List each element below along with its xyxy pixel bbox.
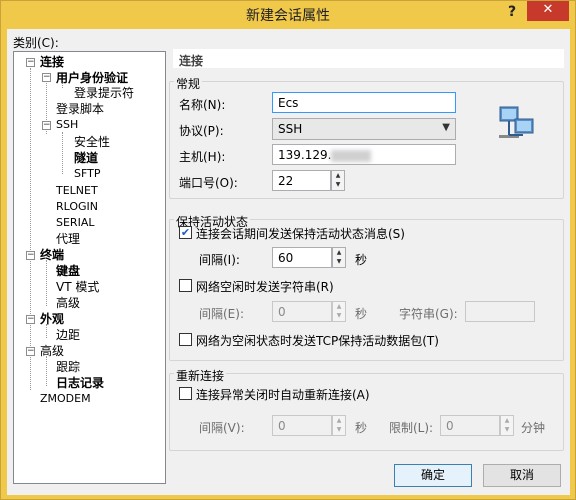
category-label: 类别(C): — [13, 36, 59, 50]
limit-input[interactable]: 0 — [440, 415, 500, 436]
seconds2-label: 秒 — [355, 307, 368, 321]
tree-item-margin[interactable]: 边距 — [56, 328, 80, 342]
seconds-label: 秒 — [355, 253, 368, 267]
dialog-window: 新建会话属性 ? ✕ 类别(C): − 连接 − 用户身份验证 登录提示符 登录… — [0, 0, 576, 500]
cancel-button[interactable]: 取消 — [483, 464, 561, 487]
tree-line — [46, 260, 47, 306]
tree-item-advanced-group[interactable]: 高级 — [40, 344, 64, 358]
collapse-icon[interactable]: − — [42, 121, 51, 130]
interval2-label: 间隔(E): — [199, 307, 244, 321]
reconnect-interval-spinner[interactable]: ▲ ▼ — [332, 415, 346, 436]
reconnect-group — [169, 373, 564, 451]
redacted-blur — [331, 149, 372, 162]
protocol-value: SSH — [278, 122, 303, 136]
host-value: 139.129. — [278, 148, 332, 162]
tree-item-connection[interactable]: 连接 — [40, 55, 64, 69]
tree-item-keyboard[interactable]: 键盘 — [56, 264, 80, 278]
string-label: 字符串(G): — [399, 307, 458, 321]
tcp-keepalive-checkbox[interactable] — [179, 333, 192, 346]
collapse-icon[interactable]: − — [26, 58, 35, 67]
interval2-input[interactable]: 0 — [272, 301, 332, 322]
title-bar: 新建会话属性 ? ✕ — [1, 1, 575, 29]
reconnect-group-label: 重新连接 — [174, 367, 227, 384]
port-label: 端口号(O): — [179, 176, 238, 190]
tree-line — [30, 68, 31, 390]
interval2-spinner[interactable]: ▲ ▼ — [332, 301, 346, 322]
tree-item-appearance[interactable]: 外观 — [40, 312, 64, 326]
tree-item-proxy[interactable]: 代理 — [56, 232, 80, 246]
limit-spinner[interactable]: ▲ ▼ — [500, 415, 514, 436]
host-label: 主机(H): — [179, 150, 226, 164]
port-input[interactable]: 22 — [272, 170, 331, 191]
collapse-icon[interactable]: − — [42, 73, 51, 82]
panel-title: 连接 — [173, 49, 564, 68]
tree-item-auth[interactable]: 用户身份验证 — [56, 71, 128, 85]
auto-reconnect-checkbox-label[interactable]: 连接异常关闭时自动重新连接(A) — [196, 386, 370, 403]
idle-string-checkbox[interactable] — [179, 279, 192, 292]
tree-item-logging[interactable]: 日志记录 — [56, 376, 104, 390]
chevron-down-icon: ▼ — [442, 122, 450, 133]
protocol-select[interactable]: SSH ▼ — [272, 118, 456, 140]
tree-item-terminal[interactable]: 终端 — [40, 248, 64, 262]
close-button[interactable]: ✕ — [527, 1, 569, 21]
tree-item-ssh[interactable]: SSH — [56, 118, 78, 132]
tree-item-tunnel[interactable]: 隧道 — [74, 151, 98, 165]
keepalive-checkbox-label[interactable]: 连接会话期间发送保持活动状态消息(S) — [196, 225, 405, 242]
tree-item-vt-mode[interactable]: VT 模式 — [56, 280, 99, 294]
tree-line — [62, 132, 63, 174]
interval-label: 间隔(I): — [199, 253, 240, 267]
protocol-label: 协议(P): — [179, 124, 224, 138]
collapse-icon[interactable]: − — [26, 251, 35, 260]
keepalive-checkbox[interactable]: ✔ — [179, 226, 192, 239]
tree-item-advanced[interactable]: 高级 — [56, 296, 80, 310]
tree-line — [46, 356, 47, 386]
interval-input[interactable]: 60 — [272, 247, 332, 268]
tree-item-trace[interactable]: 跟踪 — [56, 360, 80, 374]
tree-item-login-script[interactable]: 登录脚本 — [56, 102, 104, 116]
tree-item-sftp[interactable]: SFTP — [74, 167, 100, 181]
tree-line — [46, 324, 47, 338]
tree-item-serial[interactable]: SERIAL — [56, 216, 94, 230]
dialog-body: 类别(C): − 连接 − 用户身份验证 登录提示符 登录脚本 − SSH 安全… — [7, 29, 570, 495]
collapse-icon[interactable]: − — [26, 315, 35, 324]
tree-item-zmodem[interactable]: ZMODEM — [40, 392, 91, 406]
network-computers-icon — [499, 106, 534, 138]
interval-spinner[interactable]: ▲ ▼ — [332, 247, 346, 268]
tree-item-telnet[interactable]: TELNET — [56, 184, 98, 198]
idle-string-checkbox-label[interactable]: 网络空闲时发送字符串(R) — [196, 278, 334, 295]
reconnect-seconds-label: 秒 — [355, 421, 368, 435]
window-title: 新建会话属性 — [246, 8, 330, 24]
ok-button[interactable]: 确定 — [394, 464, 472, 487]
minutes-label: 分钟 — [521, 421, 546, 435]
tree-item-login-prompt[interactable]: 登录提示符 — [74, 86, 134, 100]
host-input[interactable]: 139.129. — [272, 144, 456, 165]
collapse-icon[interactable]: − — [26, 347, 35, 356]
name-label: 名称(N): — [179, 98, 226, 112]
tcp-keepalive-checkbox-label[interactable]: 网络为空闲状态时发送TCP保持活动数据包(T) — [196, 332, 439, 349]
category-tree[interactable]: − 连接 − 用户身份验证 登录提示符 登录脚本 − SSH 安全性 隧道 SF… — [13, 51, 166, 484]
reconnect-interval-input[interactable]: 0 — [272, 415, 332, 436]
tree-item-security[interactable]: 安全性 — [74, 135, 110, 149]
auto-reconnect-checkbox[interactable] — [179, 387, 192, 400]
help-button[interactable]: ? — [501, 1, 523, 23]
general-group-label: 常规 — [174, 75, 203, 92]
port-spinner[interactable]: ▲ ▼ — [331, 170, 345, 191]
string-input[interactable] — [465, 301, 535, 322]
limit-label: 限制(L): — [389, 421, 434, 435]
reconnect-interval-label: 间隔(V): — [199, 421, 245, 435]
name-input[interactable]: Ecs — [272, 92, 456, 113]
tree-item-rlogin[interactable]: RLOGIN — [56, 200, 98, 214]
